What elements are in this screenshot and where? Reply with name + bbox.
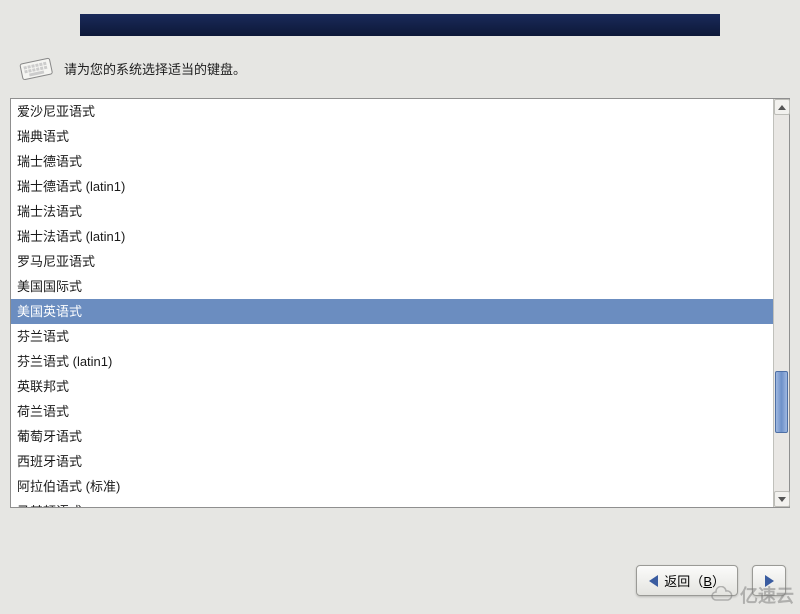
list-item[interactable]: 西班牙语式 bbox=[11, 449, 773, 474]
next-button[interactable] bbox=[752, 565, 786, 596]
chevron-down-icon bbox=[778, 497, 786, 502]
list-item[interactable]: 葡萄牙语式 bbox=[11, 424, 773, 449]
keyboard-icon bbox=[18, 54, 54, 82]
list-item[interactable]: 美国英语式 bbox=[11, 299, 773, 324]
list-item[interactable]: 瑞士法语式 (latin1) bbox=[11, 224, 773, 249]
list-item[interactable]: 马其顿语式 bbox=[11, 499, 773, 507]
arrow-right-icon bbox=[765, 575, 774, 587]
keyboard-layout-list[interactable]: 爱沙尼亚语式瑞典语式瑞士德语式瑞士德语式 (latin1)瑞士法语式瑞士法语式 … bbox=[11, 99, 773, 507]
chevron-up-icon bbox=[778, 105, 786, 110]
list-item[interactable]: 瑞典语式 bbox=[11, 124, 773, 149]
list-item[interactable]: 爱沙尼亚语式 bbox=[11, 99, 773, 124]
list-item[interactable]: 罗马尼亚语式 bbox=[11, 249, 773, 274]
list-item[interactable]: 芬兰语式 bbox=[11, 324, 773, 349]
scrollbar[interactable] bbox=[773, 99, 789, 507]
prompt-text: 请为您的系统选择适当的键盘。 bbox=[64, 59, 246, 78]
button-row: 返回（B） bbox=[636, 565, 786, 596]
scroll-track[interactable] bbox=[774, 115, 789, 491]
list-item[interactable]: 瑞士德语式 bbox=[11, 149, 773, 174]
scroll-up-button[interactable] bbox=[774, 99, 790, 115]
installer-banner bbox=[80, 14, 720, 36]
prompt-row: 请为您的系统选择适当的键盘。 bbox=[0, 36, 800, 92]
list-item[interactable]: 英联邦式 bbox=[11, 374, 773, 399]
arrow-left-icon bbox=[649, 575, 658, 587]
list-item[interactable]: 美国国际式 bbox=[11, 274, 773, 299]
back-button-label: 返回（B） bbox=[664, 571, 725, 590]
scroll-down-button[interactable] bbox=[774, 491, 790, 507]
list-item[interactable]: 瑞士法语式 bbox=[11, 199, 773, 224]
keyboard-layout-list-container: 爱沙尼亚语式瑞典语式瑞士德语式瑞士德语式 (latin1)瑞士法语式瑞士法语式 … bbox=[10, 98, 790, 508]
list-item[interactable]: 荷兰语式 bbox=[11, 399, 773, 424]
scroll-thumb[interactable] bbox=[775, 371, 788, 433]
list-item[interactable]: 芬兰语式 (latin1) bbox=[11, 349, 773, 374]
list-item[interactable]: 瑞士德语式 (latin1) bbox=[11, 174, 773, 199]
back-button[interactable]: 返回（B） bbox=[636, 565, 738, 596]
list-item[interactable]: 阿拉伯语式 (标准) bbox=[11, 474, 773, 499]
